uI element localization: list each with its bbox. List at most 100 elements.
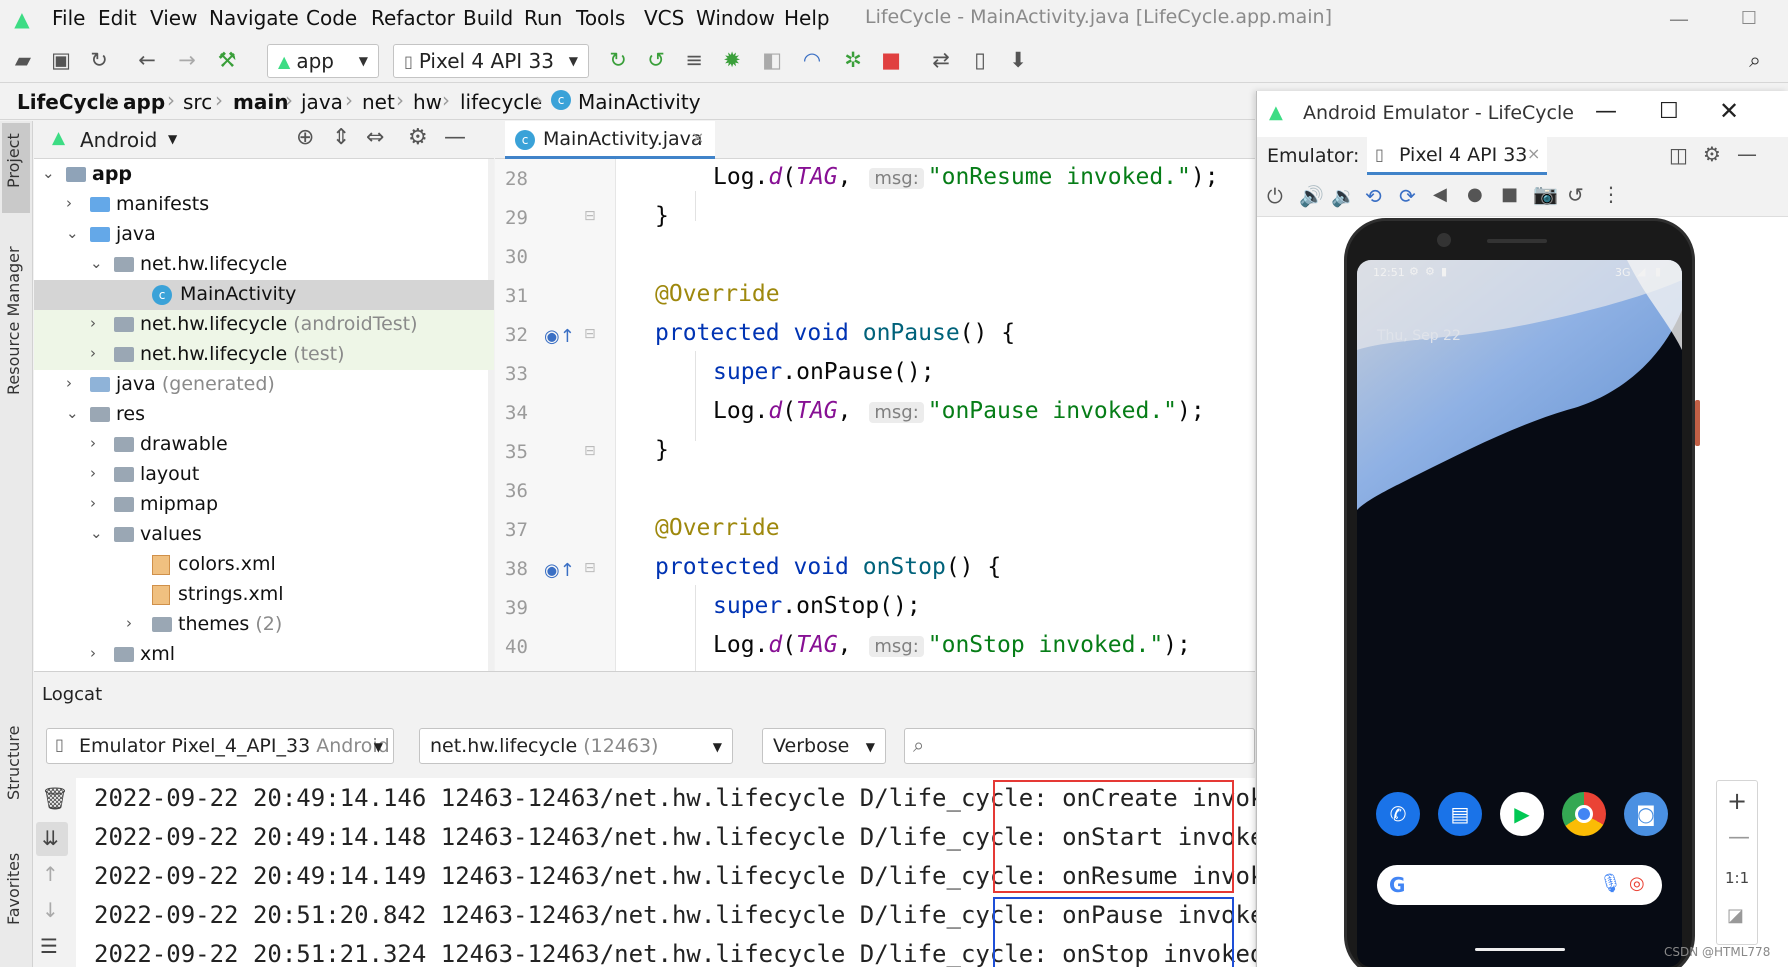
logcat-device-select[interactable]: ▯ Emulator Pixel_4_API_33 Android ▼ — [46, 728, 394, 764]
breadcrumb-src[interactable]: src — [183, 90, 212, 114]
override-method-icon[interactable]: ◉↑ — [544, 560, 575, 581]
scroll-to-end-toggle[interactable]: ⇊ — [36, 822, 68, 856]
tree-item-res[interactable]: ⌄ res — [34, 400, 494, 430]
resource-manager-tool-tab[interactable]: Resource Manager — [4, 246, 23, 395]
close-tab-icon[interactable]: × — [691, 128, 704, 147]
forward-icon[interactable]: → — [172, 45, 202, 75]
tree-item-manifests[interactable]: › manifests — [34, 190, 494, 220]
override-method-icon[interactable]: ◉↑ — [544, 326, 575, 347]
back-icon[interactable]: ← — [132, 45, 162, 75]
breadcrumb-lifecycle[interactable]: lifecycle — [460, 90, 542, 114]
menu-view[interactable]: View — [150, 6, 197, 30]
search-everywhere-icon[interactable]: ⌕ — [1740, 45, 1770, 75]
menu-tools[interactable]: Tools — [576, 6, 625, 30]
close-tab-icon[interactable]: × — [1527, 144, 1540, 163]
logcat-process-select[interactable]: net.hw.lifecycle (12463) ▼ — [419, 728, 733, 764]
menu-vcs[interactable]: VCS — [644, 6, 684, 30]
more-options-icon[interactable]: ⋮ — [1601, 182, 1621, 206]
tree-item-package[interactable]: ⌄ net.hw.lifecycle — [34, 250, 494, 280]
tree-item-mainactivity[interactable]: c MainActivity — [34, 280, 494, 310]
zoom-actual-size[interactable]: 1:1 — [1725, 869, 1749, 887]
tree-item-java-generated[interactable]: › java (generated) — [34, 370, 494, 400]
back-icon[interactable]: ◀ — [1433, 184, 1447, 205]
menu-file[interactable]: File — [52, 6, 85, 30]
minimize-emulator-icon[interactable]: — — [1595, 99, 1617, 124]
menu-help[interactable]: Help — [784, 6, 830, 30]
messages-app-icon[interactable]: ▤ — [1438, 792, 1482, 836]
code-editor[interactable]: 28 29 30 31 32 33 34 35 36 37 38 39 40 ◉… — [495, 159, 1255, 671]
menu-code[interactable]: Code — [306, 6, 357, 30]
project-tool-tab[interactable]: Project — [4, 133, 23, 188]
power-side-button[interactable] — [1695, 400, 1700, 446]
menu-build[interactable]: Build — [463, 6, 513, 30]
maximize-emulator-icon[interactable]: ☐ — [1659, 99, 1679, 124]
home-icon[interactable]: ● — [1467, 184, 1483, 205]
chevron-down-icon[interactable]: ▼ — [168, 132, 177, 146]
menu-refactor[interactable]: Refactor — [371, 6, 455, 30]
rerun-icon[interactable]: ↻ — [603, 45, 633, 75]
editor-tab-mainactivity[interactable]: c MainActivity.java × — [505, 121, 715, 159]
camera-app-icon[interactable]: ◙ — [1624, 792, 1668, 836]
power-icon[interactable]: ⏻ — [1267, 184, 1283, 208]
tree-item-colors-xml[interactable]: colors.xml — [34, 550, 494, 580]
menu-run[interactable]: Run — [524, 6, 562, 30]
locate-icon[interactable]: ⊕ — [296, 125, 314, 150]
coverage-icon[interactable]: ◧ — [757, 45, 787, 75]
close-emulator-icon[interactable]: ✕ — [1719, 97, 1739, 125]
zoom-out-icon[interactable]: — — [1728, 825, 1750, 850]
save-all-icon[interactable]: ▣ — [46, 45, 76, 75]
apply-changes-icon[interactable]: ↺ — [641, 45, 671, 75]
breadcrumb-project[interactable]: LifeCycle — [17, 90, 119, 114]
tree-item-drawable[interactable]: › drawable — [34, 430, 494, 460]
menu-navigate[interactable]: Navigate — [209, 6, 299, 30]
make-project-icon[interactable]: ⚒ — [212, 45, 242, 75]
breadcrumb-main[interactable]: main — [233, 90, 288, 114]
favorites-tool-tab[interactable]: Favorites — [4, 853, 23, 925]
hide-panel-icon[interactable]: — — [444, 125, 466, 150]
tree-item-app[interactable]: ⌄ app — [34, 160, 494, 190]
camera-icon[interactable]: 📷 — [1533, 182, 1558, 206]
phone-screen[interactable]: 12:51 ⚙ ⚙ ▮ 3G ◢ ▮ Thu, Sep 22 G 🎙 ◎ — [1357, 260, 1682, 967]
fold-icon[interactable]: ⊟ — [584, 208, 596, 224]
tree-item-xml[interactable]: › xml — [34, 640, 494, 670]
volume-down-icon[interactable]: 🔉 — [1331, 184, 1356, 208]
tree-item-mipmap[interactable]: › mipmap — [34, 490, 494, 520]
zoom-fit-icon[interactable]: ◪ — [1727, 905, 1744, 926]
breadcrumb-java[interactable]: java — [301, 90, 343, 114]
zoom-in-icon[interactable]: + — [1727, 787, 1747, 815]
layout-icon[interactable]: ◫ — [1669, 143, 1688, 167]
menu-window[interactable]: Window — [696, 6, 775, 30]
expand-all-icon[interactable]: ⇕ — [332, 125, 350, 150]
breadcrumb-net[interactable]: net — [362, 90, 395, 114]
tree-item-values[interactable]: ⌄ values — [34, 520, 494, 550]
fold-icon[interactable]: ⊟ — [584, 443, 596, 459]
rotate-right-icon[interactable]: ⟳ — [1399, 184, 1416, 208]
structure-tool-tab[interactable]: Structure — [4, 726, 23, 800]
tree-item-java[interactable]: ⌄ java — [34, 220, 494, 250]
tree-item-themes[interactable]: › themes (2) — [34, 610, 494, 640]
logcat-search-input[interactable]: ⌕ — [904, 728, 1255, 764]
tree-item-android-test[interactable]: › net.hw.lifecycle (androidTest) — [34, 310, 494, 340]
apply-code-changes-icon[interactable]: ≡ — [679, 45, 709, 75]
gear-icon[interactable]: ⚙ — [408, 125, 428, 150]
tree-item-strings-xml[interactable]: strings.xml — [34, 580, 494, 610]
menu-edit[interactable]: Edit — [98, 6, 137, 30]
sync-icon[interactable]: ↻ — [84, 45, 114, 75]
open-folder-icon[interactable]: ▰ — [8, 45, 38, 75]
rotate-left-icon[interactable]: ⟲ — [1365, 184, 1382, 208]
lens-icon[interactable]: ◎ — [1629, 873, 1645, 894]
up-arrow-icon[interactable]: ↑ — [42, 862, 59, 886]
debug-icon[interactable]: ✹ — [717, 45, 747, 75]
logcat-level-select[interactable]: Verbose ▼ — [762, 728, 886, 764]
down-arrow-icon[interactable]: ↓ — [42, 898, 59, 922]
sync-gradle-icon[interactable]: ⇄ — [926, 45, 956, 75]
google-search-bar[interactable]: G 🎙 ◎ — [1377, 865, 1662, 905]
maximize-window-icon[interactable]: ☐ — [1734, 6, 1764, 32]
gear-icon[interactable]: ⚙ — [1703, 142, 1721, 166]
breadcrumb-class[interactable]: MainActivity — [578, 90, 701, 114]
breadcrumb-module[interactable]: app — [123, 90, 165, 114]
project-view-select[interactable]: Android — [80, 128, 157, 152]
clear-logcat-icon[interactable]: 🗑 — [41, 787, 69, 812]
overview-icon[interactable]: ■ — [1501, 184, 1518, 205]
emulator-device-tab[interactable]: ▯ Pixel 4 API 33 × — [1367, 137, 1547, 175]
